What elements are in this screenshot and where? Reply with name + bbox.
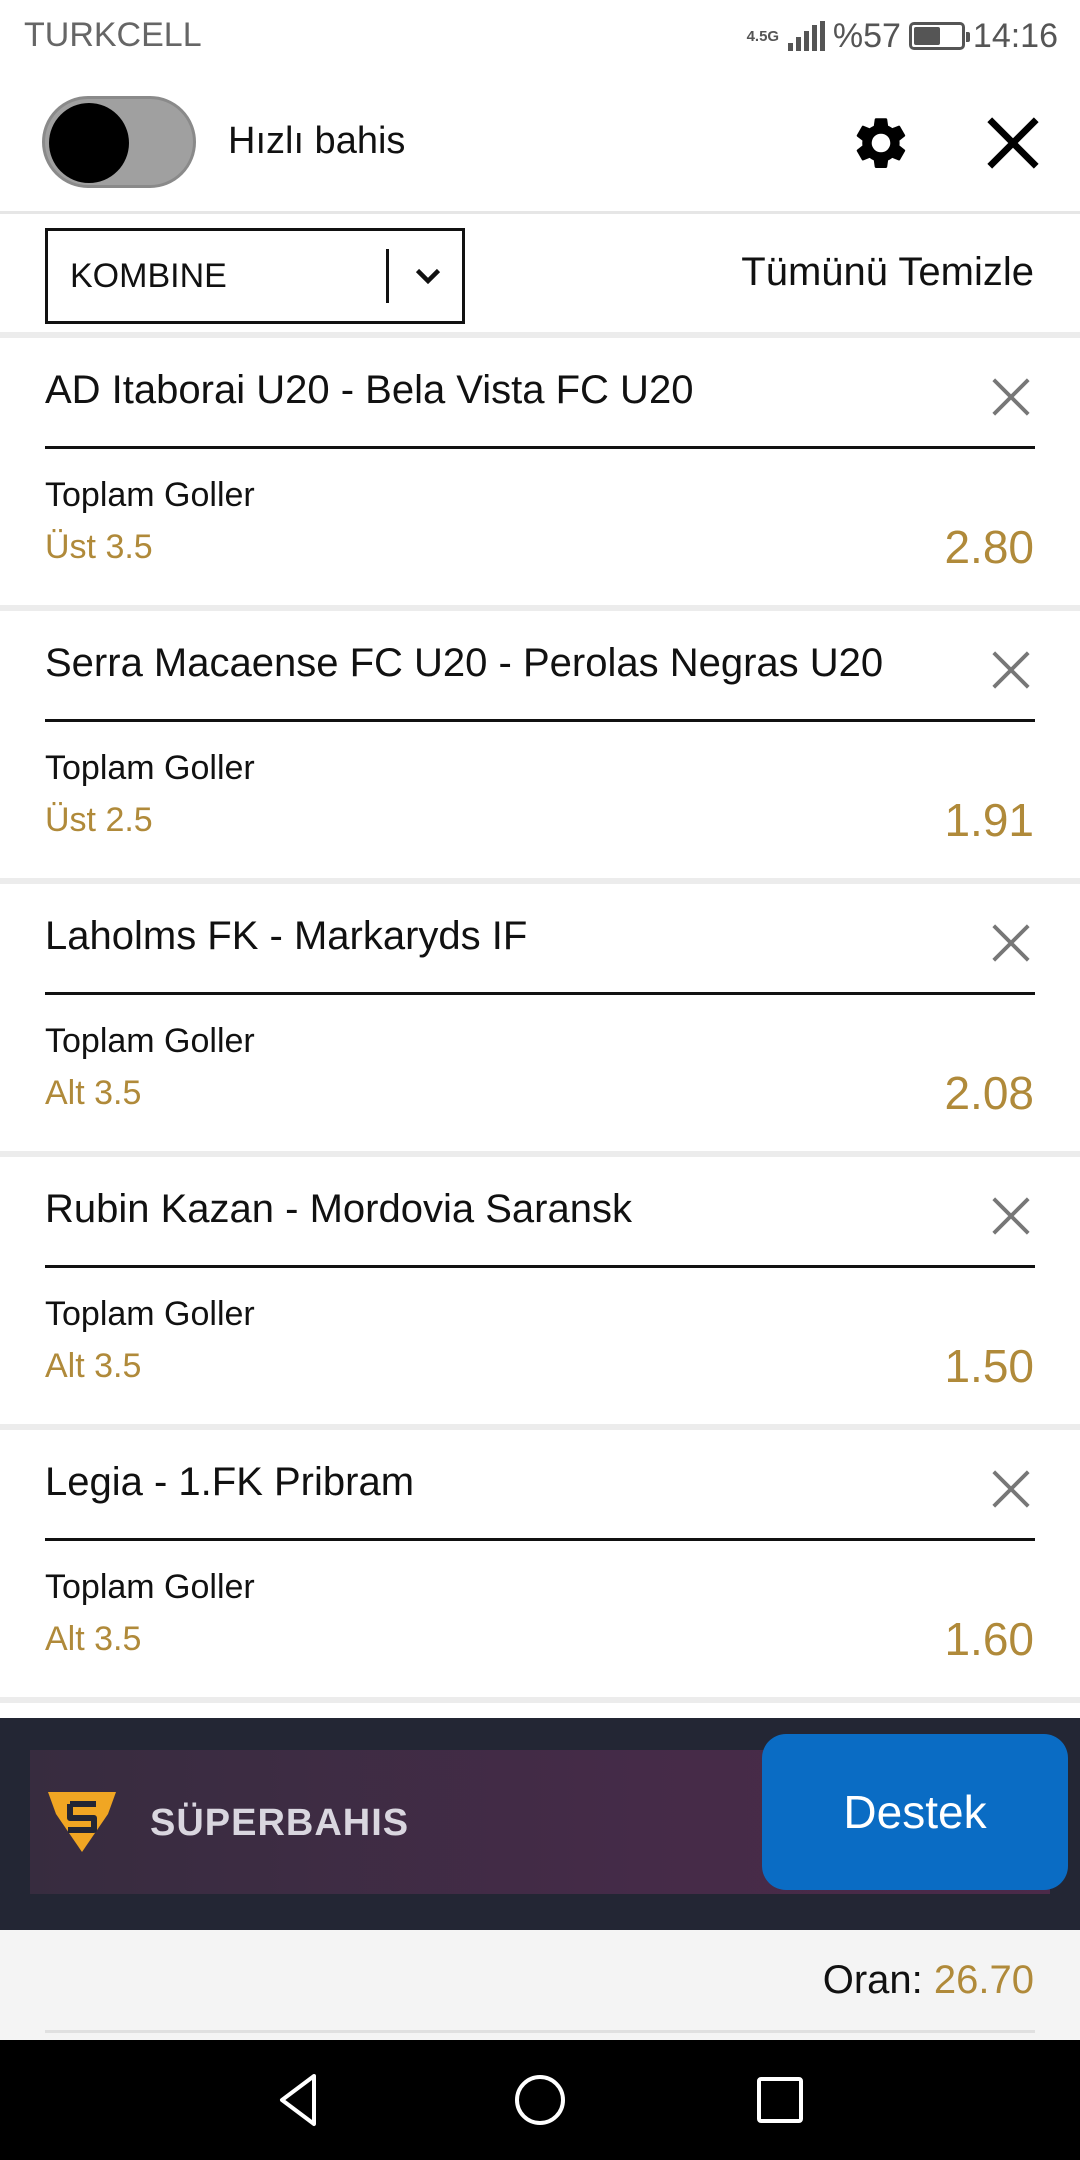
market-name: Toplam Goller (45, 1568, 255, 1606)
superbahis-logo-icon (48, 1792, 116, 1852)
battery-level-fill (913, 27, 941, 45)
bet-type-value: KOMBINE (70, 257, 227, 295)
close-icon[interactable] (982, 112, 1044, 174)
odds-value: 1.60 (944, 1613, 1034, 1665)
clear-all-button[interactable]: Tümünü Temizle (741, 250, 1034, 295)
match-name: AD Itaborai U20 - Bela Vista FC U20 (45, 368, 694, 412)
battery-icon (908, 22, 970, 50)
bet-item: Rubin Kazan - Mordovia Saransk Toplam Go… (0, 1157, 1080, 1430)
quick-bet-toggle[interactable] (42, 96, 196, 188)
recent-apps-icon[interactable] (746, 2066, 814, 2134)
divider (45, 1538, 1035, 1541)
status-indicators: 4.5G %57 14:16 (746, 14, 1058, 58)
network-type: 4.5G (746, 27, 780, 45)
bet-item: Serra Macaense FC U20 - Perolas Negras U… (0, 611, 1080, 884)
home-icon[interactable] (506, 2066, 574, 2134)
market-name: Toplam Goller (45, 1022, 255, 1060)
match-name: Legia - 1.FK Pribram (45, 1460, 415, 1504)
total-odds: Oran: 26.70 (823, 1958, 1034, 2003)
market-name: Toplam Goller (45, 476, 255, 514)
brand-name: SÜPERBAHIS (150, 1802, 410, 1844)
divider (45, 446, 1035, 449)
market-name: Toplam Goller (45, 749, 255, 787)
selection-name: Alt 3.5 (45, 1347, 142, 1385)
total-odds-label: Oran: (822, 1958, 923, 2002)
match-name: Serra Macaense FC U20 - Perolas Negras U… (45, 641, 884, 685)
carrier-name: TURKCELL (24, 16, 202, 54)
bet-item: Laholms FK - Markaryds IF Toplam Goller … (0, 884, 1080, 1157)
divider (45, 2030, 1035, 2033)
market-name: Toplam Goller (45, 1295, 255, 1333)
odds-value: 2.08 (944, 1067, 1034, 1119)
odds-value: 1.91 (944, 794, 1034, 846)
divider (45, 992, 1035, 995)
chevron-down-icon (415, 268, 441, 285)
odds-value: 2.80 (944, 521, 1034, 573)
selection-name: Alt 3.5 (45, 1074, 142, 1112)
match-name: Laholms FK - Markaryds IF (45, 914, 528, 958)
remove-bet-icon[interactable] (988, 1193, 1034, 1239)
match-name: Rubin Kazan - Mordovia Saransk (45, 1187, 632, 1231)
system-nav-bar (0, 2040, 1080, 2160)
gear-icon[interactable] (850, 112, 912, 174)
select-divider (386, 249, 389, 303)
divider (45, 719, 1035, 722)
quick-bet-label: Hızlı bahis (228, 120, 406, 162)
signal-icon (787, 21, 825, 51)
total-odds-value: 26.70 (933, 1958, 1034, 2002)
clock: 14:16 (972, 16, 1058, 55)
remove-bet-icon[interactable] (988, 647, 1034, 693)
remove-bet-icon[interactable] (988, 920, 1034, 966)
selection-name: Üst 2.5 (45, 801, 153, 839)
support-button[interactable]: Destek (762, 1734, 1068, 1890)
remove-bet-icon[interactable] (988, 374, 1034, 420)
bet-slip-toolbar: KOMBINE Tümünü Temizle (0, 214, 1080, 338)
bet-list: AD Itaborai U20 - Bela Vista FC U20 Topl… (0, 338, 1080, 1703)
selection-name: Alt 3.5 (45, 1620, 142, 1658)
selection-name: Üst 3.5 (45, 528, 153, 566)
bet-item: Legia - 1.FK Pribram Toplam Goller Alt 3… (0, 1430, 1080, 1703)
back-icon[interactable] (266, 2066, 334, 2134)
divider (45, 1265, 1035, 1268)
battery-percent: %57 (832, 16, 901, 55)
remove-bet-icon[interactable] (988, 1466, 1034, 1512)
toggle-knob (49, 103, 129, 183)
bet-slip-header: Hızlı bahis (0, 74, 1080, 214)
bet-item: AD Itaborai U20 - Bela Vista FC U20 Topl… (0, 338, 1080, 611)
total-odds-bar: Oran: 26.70 (0, 1930, 1080, 2040)
bet-type-select[interactable]: KOMBINE (45, 228, 465, 324)
odds-value: 1.50 (944, 1340, 1034, 1392)
status-bar: TURKCELL 4.5G %57 14:16 (0, 0, 1080, 74)
